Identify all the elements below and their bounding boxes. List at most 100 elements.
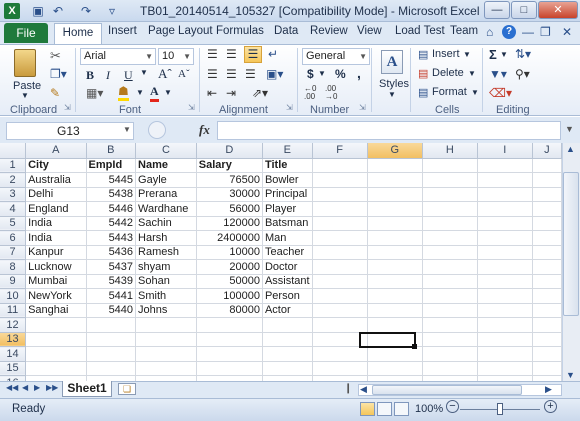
tab-load-test[interactable]: Load Test bbox=[395, 25, 445, 37]
formula-input[interactable] bbox=[217, 121, 561, 140]
page-break-view-button[interactable] bbox=[394, 402, 409, 416]
cell-f1[interactable] bbox=[312, 158, 368, 173]
scroll-up-icon[interactable]: ▲ bbox=[566, 144, 575, 154]
underline-dropdown-icon[interactable]: ▼ bbox=[140, 68, 148, 77]
tab-page-layout[interactable]: Page Layout bbox=[148, 25, 213, 37]
cell-h7[interactable] bbox=[422, 245, 478, 260]
orientation-icon[interactable]: ⇗▾ bbox=[252, 86, 268, 100]
cell-a12[interactable] bbox=[25, 317, 87, 333]
cell-j13[interactable] bbox=[532, 332, 562, 347]
align-center-icon[interactable]: ☰ bbox=[226, 67, 237, 81]
cell-c3[interactable]: Prerana bbox=[135, 187, 197, 202]
worksheet-grid[interactable]: A B C D E F G H I J 1 City EmpId Name Salary… bbox=[0, 143, 562, 381]
cell-c1[interactable]: Name bbox=[135, 158, 197, 173]
cell-b4[interactable]: 5446 bbox=[86, 201, 137, 217]
format-painter-icon[interactable]: ✎ bbox=[50, 86, 60, 100]
column-header[interactable]: F bbox=[312, 143, 368, 159]
column-header[interactable]: H bbox=[422, 143, 478, 159]
styles-button[interactable]: Styles bbox=[379, 78, 409, 90]
decrease-font-icon[interactable]: Aˇ bbox=[178, 68, 190, 80]
cell-b3[interactable]: 5438 bbox=[86, 187, 137, 202]
cell-a15[interactable] bbox=[25, 361, 87, 376]
cell-b6[interactable]: 5443 bbox=[86, 230, 137, 246]
cell-e4[interactable]: Player bbox=[262, 201, 313, 217]
row-header[interactable]: 9 bbox=[0, 274, 27, 289]
cell-f7[interactable] bbox=[312, 245, 368, 260]
cell-c7[interactable]: Ramesh bbox=[135, 245, 197, 260]
cell-d4[interactable]: 56000 bbox=[196, 201, 263, 217]
normal-view-button[interactable] bbox=[360, 402, 375, 416]
cell-g6[interactable] bbox=[367, 230, 423, 246]
insert-cells-button[interactable]: Insert bbox=[432, 48, 460, 60]
cell-b15[interactable] bbox=[86, 361, 137, 376]
cell-b13[interactable] bbox=[86, 332, 137, 347]
fill-handle[interactable] bbox=[412, 344, 417, 349]
cell-i9[interactable] bbox=[477, 274, 533, 289]
cell-i13[interactable] bbox=[477, 332, 533, 347]
currency-dropdown-icon[interactable]: ▼ bbox=[318, 69, 326, 78]
font-color-dropdown-icon[interactable]: ▼ bbox=[164, 88, 172, 97]
cell-a14[interactable] bbox=[25, 346, 87, 362]
cell-a1[interactable]: City bbox=[25, 158, 87, 173]
row-header[interactable]: 15 bbox=[0, 361, 27, 376]
cell-i8[interactable] bbox=[477, 259, 533, 275]
cell-d7[interactable]: 10000 bbox=[196, 245, 263, 260]
tab-file[interactable]: File bbox=[4, 23, 48, 43]
cell-b2[interactable]: 5445 bbox=[86, 172, 137, 188]
tab-split-icon[interactable]: ❙ bbox=[344, 383, 352, 394]
cell-e6[interactable]: Man bbox=[262, 230, 313, 246]
cell-a5[interactable]: India bbox=[25, 216, 87, 231]
font-size-combo[interactable]: 10 ▼ bbox=[158, 48, 194, 65]
cell-b1[interactable]: EmpId bbox=[86, 158, 137, 173]
cell-f6[interactable] bbox=[312, 230, 368, 246]
cell-f15[interactable] bbox=[312, 361, 368, 376]
select-all-corner[interactable] bbox=[0, 143, 27, 159]
maximize-button[interactable]: □ bbox=[511, 1, 537, 19]
selected-cell-g13[interactable] bbox=[359, 332, 416, 348]
currency-button[interactable]: $ bbox=[307, 67, 314, 81]
row-header[interactable]: 5 bbox=[0, 216, 27, 231]
cell-h4[interactable] bbox=[422, 201, 478, 217]
borders-icon[interactable]: ▦▾ bbox=[86, 86, 103, 100]
cell-g12[interactable] bbox=[367, 317, 423, 333]
cell-j3[interactable] bbox=[532, 187, 562, 202]
cell-j5[interactable] bbox=[532, 216, 562, 231]
sort-filter-icon[interactable]: ⇅▾ bbox=[515, 47, 531, 61]
find-select-icon[interactable]: ⚲▾ bbox=[515, 67, 530, 81]
cell-f2[interactable] bbox=[312, 172, 368, 188]
cell-e8[interactable]: Doctor bbox=[262, 259, 313, 275]
cell-h12[interactable] bbox=[422, 317, 478, 333]
customize-qat-icon[interactable]: ▿ bbox=[104, 3, 120, 19]
column-header[interactable]: E bbox=[262, 143, 313, 159]
styles-icon[interactable]: A bbox=[381, 50, 403, 74]
cell-a7[interactable]: Kanpur bbox=[25, 245, 87, 260]
autosum-button[interactable]: Σ bbox=[489, 47, 497, 62]
align-left-icon[interactable]: ☰ bbox=[207, 67, 218, 81]
cell-j4[interactable] bbox=[532, 201, 562, 217]
cell-d1[interactable]: Salary bbox=[196, 158, 263, 173]
zoom-slider-thumb[interactable] bbox=[497, 403, 503, 415]
cell-c9[interactable]: Sohan bbox=[135, 274, 197, 289]
cell-h14[interactable] bbox=[422, 346, 478, 362]
insert-cells-icon[interactable]: ▤ bbox=[418, 48, 428, 61]
row-header[interactable]: 7 bbox=[0, 245, 27, 260]
help-icon[interactable]: ? bbox=[502, 25, 516, 39]
scroll-right-icon[interactable]: ▶ bbox=[545, 384, 552, 395]
close-button[interactable]: ✕ bbox=[538, 1, 578, 19]
cell-i12[interactable] bbox=[477, 317, 533, 333]
cell-i10[interactable] bbox=[477, 288, 533, 304]
scroll-down-icon[interactable]: ▼ bbox=[566, 370, 575, 380]
expand-formula-bar-icon[interactable]: ▼ bbox=[565, 124, 574, 134]
font-launcher-icon[interactable]: ⇲ bbox=[188, 103, 195, 112]
cell-h13[interactable] bbox=[422, 332, 478, 347]
cell-h11[interactable] bbox=[422, 303, 478, 318]
increase-font-icon[interactable]: Aˆ bbox=[158, 66, 172, 82]
tab-view[interactable]: View bbox=[357, 25, 382, 37]
tab-formulas[interactable]: Formulas bbox=[216, 25, 264, 37]
cell-a9[interactable]: Mumbai bbox=[25, 274, 87, 289]
page-layout-view-button[interactable] bbox=[377, 402, 392, 416]
row-header[interactable]: 11 bbox=[0, 303, 27, 318]
last-sheet-icon[interactable]: ▶▶ bbox=[46, 383, 58, 392]
cell-j15[interactable] bbox=[532, 361, 562, 376]
cell-a2[interactable]: Australia bbox=[25, 172, 87, 188]
